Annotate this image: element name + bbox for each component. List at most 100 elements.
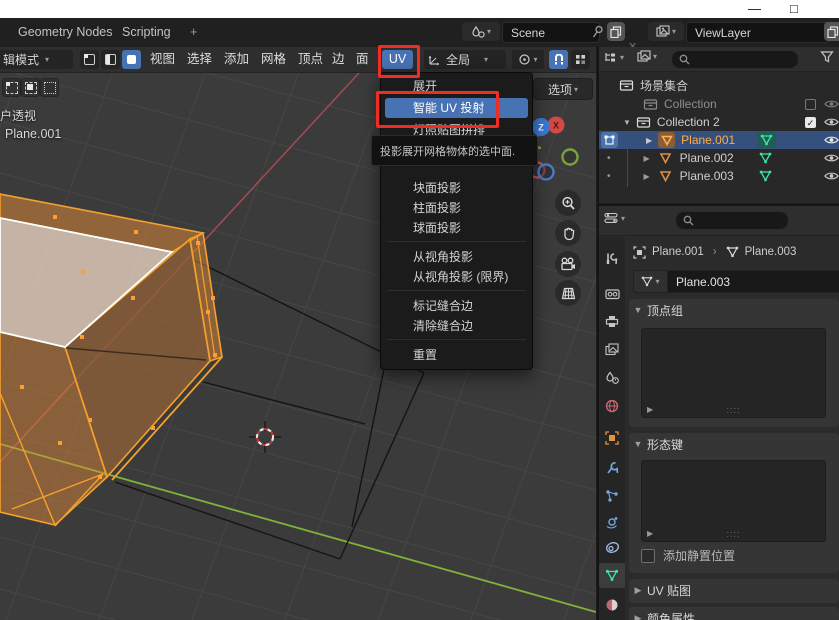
color-attributes-header[interactable]: ▶ 颜色属性 bbox=[629, 607, 839, 620]
outliner-filter-button[interactable] bbox=[820, 50, 834, 63]
menu-item-clear-seam[interactable]: 清除缝合边 bbox=[385, 316, 528, 336]
tab-render[interactable] bbox=[599, 281, 625, 306]
face-select-button[interactable] bbox=[122, 50, 141, 69]
pin-icon[interactable] bbox=[592, 25, 604, 39]
eye-icon[interactable] bbox=[824, 152, 839, 164]
mesh-data-icon[interactable] bbox=[759, 170, 772, 182]
uv-maps-header[interactable]: ▶ UV 贴图 bbox=[629, 579, 839, 601]
properties-search-input[interactable] bbox=[675, 211, 789, 230]
menu-item-reset[interactable]: 重置 bbox=[385, 345, 528, 365]
scene-type-button[interactable]: ▾ bbox=[462, 22, 500, 41]
workspace-tab-scripting[interactable]: Scripting bbox=[116, 18, 177, 46]
scene-name-field[interactable]: Scene bbox=[502, 22, 600, 43]
maximize-button[interactable]: □ bbox=[790, 0, 798, 18]
shape-keys-list[interactable]: ▶ :::: bbox=[641, 460, 826, 542]
menu-item-mark-seam[interactable]: 标记缝合边 bbox=[385, 296, 528, 316]
proportional-editing-button[interactable] bbox=[571, 50, 590, 69]
mesh-data-icon[interactable] bbox=[757, 132, 776, 148]
menu-view[interactable]: 视图 bbox=[150, 47, 175, 72]
tool-options-dropdown[interactable]: 选项▾ bbox=[533, 78, 593, 100]
new-view-layer-button[interactable] bbox=[824, 22, 839, 41]
vertex-groups-list[interactable]: ▶ :::: bbox=[641, 328, 826, 418]
outliner-type-button[interactable]: ▾ bbox=[603, 50, 624, 64]
menu-item-cylinder-projection[interactable]: 柱面投影 bbox=[385, 198, 528, 218]
gizmo-z-neg-axis[interactable] bbox=[539, 165, 554, 180]
pan-view-button[interactable] bbox=[555, 220, 581, 246]
mode-selector-dropdown[interactable]: 辑模式 ▾ bbox=[0, 50, 73, 69]
gizmo-y-neg-axis[interactable] bbox=[563, 150, 578, 165]
collection-checkbox-unchecked[interactable] bbox=[805, 99, 816, 110]
menu-item-sphere-projection[interactable]: 球面投影 bbox=[385, 218, 528, 238]
menu-mesh[interactable]: 网格 bbox=[261, 47, 286, 72]
tab-physics[interactable] bbox=[599, 509, 625, 534]
breadcrumb-data[interactable]: Plane.003 bbox=[745, 246, 797, 258]
menu-select[interactable]: 选择 bbox=[187, 47, 212, 72]
tab-material[interactable] bbox=[599, 592, 625, 617]
eye-icon[interactable] bbox=[824, 134, 839, 146]
shape-keys-header[interactable]: ▼ 形态键 bbox=[629, 433, 839, 455]
menu-item-project-from-view[interactable]: 从视角投影 bbox=[385, 247, 528, 267]
snap-toggle-button[interactable] bbox=[549, 50, 568, 69]
properties-type-button[interactable]: ▾ bbox=[604, 211, 625, 225]
select-mode-new-button[interactable] bbox=[2, 78, 21, 97]
tab-object[interactable] bbox=[599, 425, 625, 450]
outliner-row-collection[interactable]: Collection bbox=[599, 95, 839, 113]
select-mode-subtract-button[interactable] bbox=[40, 78, 59, 97]
tab-world[interactable] bbox=[599, 393, 625, 418]
tab-object-data[interactable] bbox=[599, 563, 625, 588]
add-rest-position-checkbox[interactable] bbox=[641, 549, 655, 563]
toggle-ortho-button[interactable] bbox=[555, 280, 581, 306]
eye-icon[interactable] bbox=[824, 116, 839, 128]
list-expand-icon[interactable]: ▶ bbox=[647, 529, 653, 538]
minimize-button[interactable]: — bbox=[748, 0, 761, 18]
outliner-row-plane-002[interactable]: • ▶ Plane.002 bbox=[599, 149, 839, 167]
expand-arrow-icon[interactable]: ▶ bbox=[646, 136, 652, 145]
transform-orientation-dropdown[interactable]: 全局 ▾ bbox=[424, 50, 506, 69]
menu-add[interactable]: 添加 bbox=[224, 47, 249, 72]
expand-arrow-icon[interactable]: ▶ bbox=[644, 154, 650, 163]
add-workspace-button[interactable]: + bbox=[184, 18, 203, 46]
tab-modifiers[interactable] bbox=[599, 455, 625, 480]
workspace-tab-geometry-nodes[interactable]: Geometry Nodes bbox=[12, 18, 118, 46]
mesh-data-icon[interactable] bbox=[759, 152, 772, 164]
view-layer-type-button[interactable]: ▾ bbox=[648, 22, 684, 41]
tab-output[interactable] bbox=[599, 309, 625, 334]
menu-item-project-from-view-bounds[interactable]: 从视角投影 (限界) bbox=[385, 267, 528, 287]
list-resize-grip[interactable]: :::: bbox=[726, 529, 740, 539]
edge-select-button[interactable] bbox=[101, 50, 120, 69]
select-mode-extend-button[interactable] bbox=[21, 78, 40, 97]
list-resize-grip[interactable]: :::: bbox=[726, 405, 740, 415]
tab-tool[interactable] bbox=[599, 246, 625, 271]
outliner-row-plane-001[interactable]: ▶ Plane.001 bbox=[599, 131, 839, 149]
edit-mode-badge-icon[interactable] bbox=[601, 132, 618, 148]
tab-scene[interactable] bbox=[599, 365, 625, 390]
outliner-row-plane-003[interactable]: • ▶ Plane.003 bbox=[599, 167, 839, 185]
outliner-display-mode-button[interactable]: ▾ bbox=[637, 50, 657, 63]
outliner-row-scene-collection[interactable]: 场景集合 bbox=[599, 76, 839, 94]
collection-2-checkbox-checked[interactable]: ✓ bbox=[805, 117, 816, 128]
list-expand-icon[interactable]: ▶ bbox=[647, 405, 653, 414]
datablock-name-field[interactable]: Plane.003 bbox=[668, 270, 839, 293]
eye-icon[interactable] bbox=[824, 170, 839, 182]
new-scene-button[interactable] bbox=[607, 22, 625, 41]
view-layer-name-field[interactable]: ViewLayer bbox=[686, 22, 830, 43]
menu-face[interactable]: 面 bbox=[356, 47, 369, 72]
camera-view-button[interactable] bbox=[555, 251, 581, 277]
datablock-type-button[interactable]: ▾ bbox=[633, 270, 668, 293]
vertex-groups-header[interactable]: ▼ 顶点组 bbox=[629, 299, 839, 321]
vertex-select-button[interactable] bbox=[80, 50, 99, 69]
pivot-point-dropdown[interactable]: ▾ bbox=[512, 50, 544, 69]
menu-item-cube-projection[interactable]: 块面投影 bbox=[385, 178, 528, 198]
outliner-search-input[interactable] bbox=[671, 50, 799, 69]
viewport-3d[interactable]: X Z 选项▾ 户透视 Plane.001 bbox=[0, 47, 596, 620]
eye-icon[interactable] bbox=[824, 98, 839, 110]
tab-constraints[interactable] bbox=[599, 535, 625, 560]
outliner-row-collection-2[interactable]: ▼ Collection 2 ✓ bbox=[599, 113, 839, 131]
expand-arrow-icon[interactable]: ▼ bbox=[623, 118, 631, 127]
tab-view-layer[interactable] bbox=[599, 337, 625, 362]
menu-edge[interactable]: 边 bbox=[332, 47, 345, 72]
breadcrumb-object[interactable]: Plane.001 bbox=[652, 246, 704, 258]
zoom-view-button[interactable] bbox=[555, 190, 581, 216]
menu-vertex[interactable]: 顶点 bbox=[298, 47, 323, 72]
expand-arrow-icon[interactable]: ▶ bbox=[644, 172, 650, 181]
